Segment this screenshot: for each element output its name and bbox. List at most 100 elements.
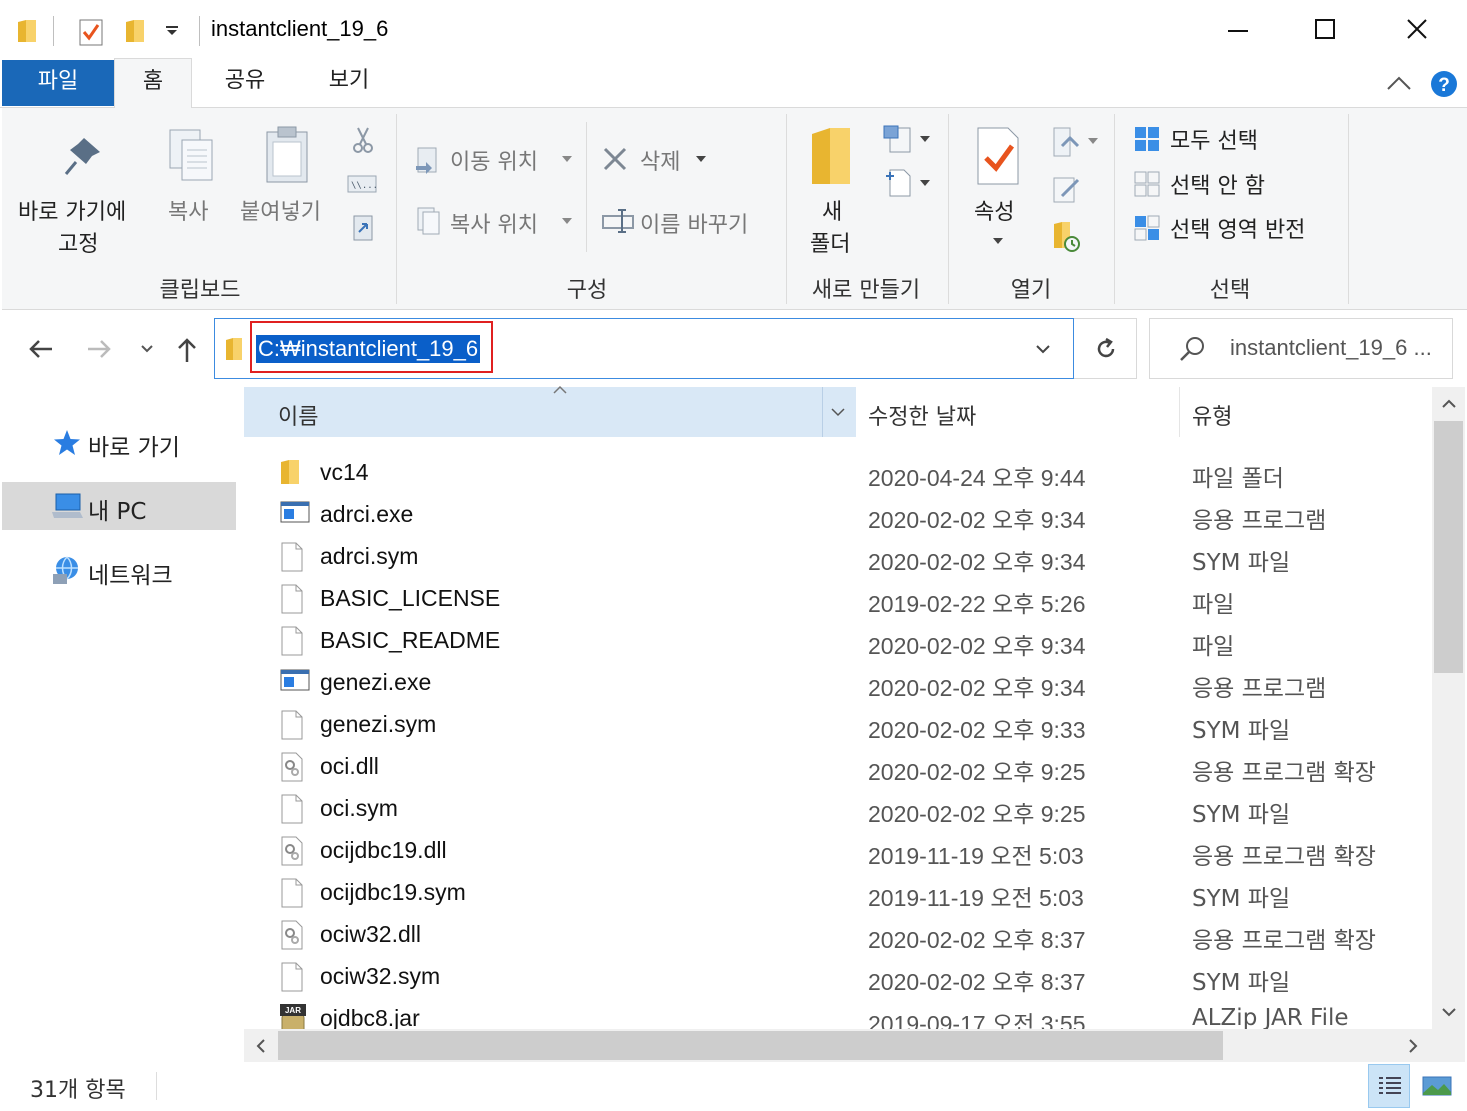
pin-button-label-2[interactable]: 고정 xyxy=(58,226,98,258)
address-bar[interactable]: C:₩instantclient_19_6 xyxy=(214,318,1074,379)
properties-check-icon[interactable] xyxy=(79,18,103,46)
file-name[interactable]: oci.sym xyxy=(320,795,398,822)
file-row[interactable]: BASIC_LICENSE 2019-02-22 오후 5:26 파일 xyxy=(244,578,1430,620)
invert-selection-button[interactable]: 선택 영역 반전 xyxy=(1170,212,1305,244)
minimize-button[interactable] xyxy=(1191,0,1283,58)
tab-home[interactable]: 홈 xyxy=(114,58,192,109)
column-header-name[interactable]: 이름 xyxy=(244,385,856,437)
move-to-dropdown-icon[interactable] xyxy=(562,156,572,162)
tab-share[interactable]: 공유 xyxy=(206,58,284,108)
details-view-button[interactable] xyxy=(1368,1064,1410,1108)
file-row[interactable]: adrci.sym 2020-02-02 오후 9:34 SYM 파일 xyxy=(244,536,1430,578)
column-filter-dropdown-icon[interactable] xyxy=(830,407,846,417)
file-name[interactable]: adrci.exe xyxy=(320,501,413,528)
subgroup-separator xyxy=(586,122,587,252)
file-name[interactable]: ojdbc8.jar xyxy=(320,1005,420,1029)
address-dropdown-icon[interactable] xyxy=(1035,343,1051,355)
select-all-button[interactable]: 모두 선택 xyxy=(1170,123,1258,155)
easy-access-icon[interactable] xyxy=(884,166,914,198)
new-item-dropdown-icon[interactable] xyxy=(920,136,930,142)
file-row[interactable]: adrci.exe 2020-02-02 오후 9:34 응용 프로그램 xyxy=(244,494,1430,536)
scroll-right-icon[interactable] xyxy=(1408,1038,1418,1054)
open-icon[interactable] xyxy=(1052,126,1080,160)
back-arrow-icon[interactable] xyxy=(28,338,54,360)
maximize-button[interactable] xyxy=(1283,0,1375,58)
open-dropdown-icon[interactable] xyxy=(1088,138,1098,144)
tab-file[interactable]: 파일 xyxy=(2,60,114,106)
file-row[interactable]: BASIC_README 2020-02-02 오후 9:34 파일 xyxy=(244,620,1430,662)
properties-button[interactable]: 속성 xyxy=(974,194,1014,226)
help-icon[interactable]: ? xyxy=(1430,70,1458,98)
vertical-scrollbar[interactable] xyxy=(1432,387,1465,1029)
nav-item-this-pc[interactable]: 내 PC xyxy=(2,482,236,530)
easy-access-dropdown-icon[interactable] xyxy=(920,180,930,186)
forward-arrow-icon[interactable] xyxy=(86,338,112,360)
file-row[interactable]: JAR ojdbc8.jar 2019-09-17 오전 3:55 ALZip JAR… xyxy=(244,998,1430,1029)
file-name[interactable]: vc14 xyxy=(320,459,369,486)
address-path[interactable]: C:₩instantclient_19_6 xyxy=(256,335,481,363)
file-name[interactable]: ociw32.sym xyxy=(320,963,440,990)
file-row[interactable]: ocijdbc19.dll 2019-11-19 오전 5:03 응용 프로그램 확… xyxy=(244,830,1430,872)
file-row[interactable]: vc14 2020-04-24 오후 9:44 파일 폴더 xyxy=(244,452,1430,494)
up-arrow-icon[interactable] xyxy=(176,336,198,364)
file-row[interactable]: genezi.sym 2020-02-02 오후 9:33 SYM 파일 xyxy=(244,704,1430,746)
cut-icon[interactable] xyxy=(350,126,376,154)
nav-label: 내 PC xyxy=(88,499,147,525)
vertical-scroll-thumb[interactable] xyxy=(1434,421,1463,673)
copy-button[interactable]: 복사 xyxy=(168,194,208,226)
file-name[interactable]: ocijdbc19.sym xyxy=(320,879,466,906)
file-name[interactable]: ocijdbc19.dll xyxy=(320,837,447,864)
new-folder-quick-icon[interactable] xyxy=(124,18,146,44)
new-folder-label-1[interactable]: 새 xyxy=(822,194,842,226)
file-row[interactable]: ociw32.sym 2020-02-02 오후 8:37 SYM 파일 xyxy=(244,956,1430,998)
file-name[interactable]: genezi.exe xyxy=(320,669,431,696)
file-name[interactable]: BASIC_README xyxy=(320,627,500,654)
scroll-down-icon[interactable] xyxy=(1441,1007,1457,1017)
file-name[interactable]: genezi.sym xyxy=(320,711,436,738)
file-row[interactable]: ociw32.dll 2020-02-02 오후 8:37 응용 프로그램 확장 xyxy=(244,914,1430,956)
delete-dropdown-icon[interactable] xyxy=(696,156,706,162)
file-row[interactable]: oci.dll 2020-02-02 오후 9:25 응용 프로그램 확장 xyxy=(244,746,1430,788)
horizontal-scrollbar[interactable] xyxy=(244,1029,1432,1062)
search-input[interactable]: instantclient_19_6 ... xyxy=(1230,335,1432,361)
file-name[interactable]: adrci.sym xyxy=(320,543,418,570)
large-icons-view-button[interactable] xyxy=(1416,1064,1458,1108)
close-button[interactable] xyxy=(1375,0,1467,58)
quick-access-dropdown-icon[interactable] xyxy=(165,26,179,36)
file-modified-date: 2020-02-02 오후 9:34 xyxy=(868,675,1086,701)
copy-to-dropdown-icon[interactable] xyxy=(562,218,572,224)
horizontal-scroll-thumb[interactable] xyxy=(278,1031,1223,1060)
nav-item-network[interactable]: 네트워크 xyxy=(2,546,236,594)
rename-button[interactable]: 이름 바꾸기 xyxy=(640,207,748,239)
file-name[interactable]: BASIC_LICENSE xyxy=(320,585,500,612)
select-none-button[interactable]: 선택 안 함 xyxy=(1170,168,1265,200)
file-name[interactable]: oci.dll xyxy=(320,753,379,780)
column-header-modified[interactable]: 수정한 날짜 xyxy=(856,387,1180,437)
new-folder-label-2[interactable]: 폴더 xyxy=(810,226,850,258)
scroll-up-icon[interactable] xyxy=(1441,399,1457,409)
scroll-left-icon[interactable] xyxy=(256,1038,266,1054)
pin-button-label-1[interactable]: 바로 가기에 xyxy=(18,194,126,226)
history-icon[interactable] xyxy=(1052,220,1082,254)
copy-to-button[interactable]: 복사 위치 xyxy=(450,207,538,239)
delete-button[interactable]: 삭제 xyxy=(640,144,680,176)
edit-icon[interactable] xyxy=(1052,174,1082,204)
paste-shortcut-icon[interactable] xyxy=(352,212,374,242)
properties-dropdown-icon[interactable] xyxy=(993,238,1003,244)
maximize-icon xyxy=(1315,19,1335,39)
copy-path-icon[interactable]: \\... xyxy=(347,174,377,194)
recent-locations-icon[interactable] xyxy=(140,344,154,354)
search-box[interactable]: instantclient_19_6 ... xyxy=(1149,318,1453,379)
paste-button[interactable]: 붙여넣기 xyxy=(240,194,321,226)
tab-view[interactable]: 보기 xyxy=(310,58,388,108)
file-row[interactable]: oci.sym 2020-02-02 오후 9:25 SYM 파일 xyxy=(244,788,1430,830)
move-to-button[interactable]: 이동 위치 xyxy=(450,144,538,176)
column-header-type[interactable]: 유형 xyxy=(1180,387,1430,437)
file-row[interactable]: ocijdbc19.sym 2019-11-19 오전 5:03 SYM 파일 xyxy=(244,872,1430,914)
new-item-icon[interactable] xyxy=(882,124,916,154)
file-row[interactable]: genezi.exe 2020-02-02 오후 9:34 응용 프로그램 xyxy=(244,662,1430,704)
nav-item-quick-access[interactable]: 바로 가기 xyxy=(2,418,236,466)
file-name[interactable]: ociw32.dll xyxy=(320,921,421,948)
collapse-ribbon-icon[interactable] xyxy=(1386,74,1412,92)
refresh-button[interactable] xyxy=(1074,318,1137,379)
